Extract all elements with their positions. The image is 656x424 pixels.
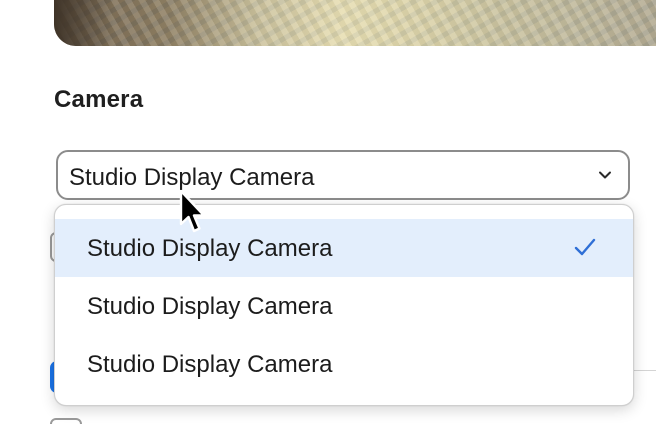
camera-select[interactable]: Studio Display Camera — [56, 150, 630, 200]
background-divider — [632, 370, 656, 371]
chevron-down-icon — [599, 171, 611, 179]
camera-option-label: Studio Display Camera — [87, 351, 333, 378]
preview-texture — [54, 0, 656, 46]
camera-dropdown-menu: Studio Display Camera Studio Display Cam… — [54, 204, 634, 406]
camera-option-label: Studio Display Camera — [87, 235, 333, 262]
camera-section-title: Camera — [54, 86, 144, 113]
preview-shadow — [54, 0, 114, 46]
background-checkbox-lower[interactable] — [50, 418, 82, 424]
settings-page: Camera Studio Display Camera Studio Disp… — [0, 0, 656, 424]
camera-option-1[interactable]: Studio Display Camera — [55, 219, 633, 277]
checkmark-icon — [574, 238, 596, 256]
camera-option-2[interactable]: Studio Display Camera — [55, 277, 633, 335]
camera-option-3[interactable]: Studio Display Camera — [55, 335, 633, 393]
camera-option-label: Studio Display Camera — [87, 293, 333, 320]
camera-preview — [54, 0, 656, 46]
camera-select-value: Studio Display Camera — [69, 164, 315, 191]
